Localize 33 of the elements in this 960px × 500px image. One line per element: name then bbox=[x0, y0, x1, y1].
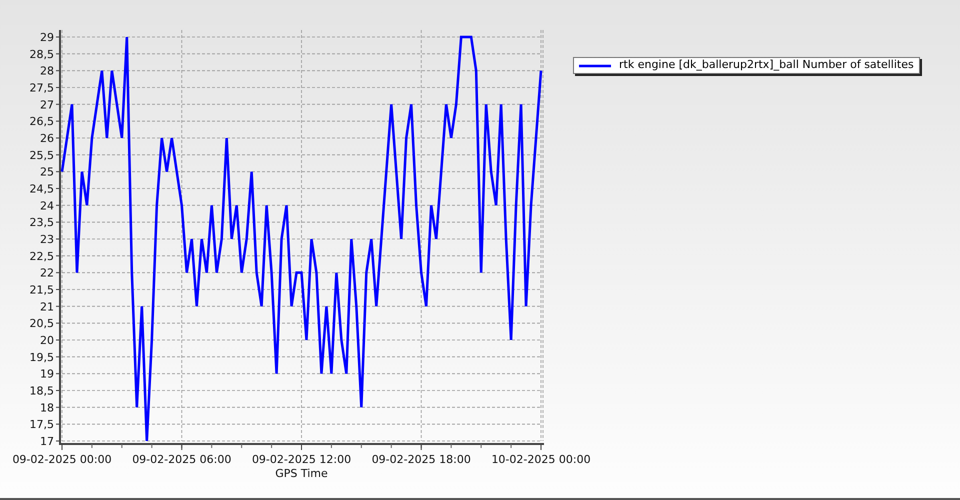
y-tick-label: 25 bbox=[40, 166, 54, 179]
y-tick-label: 19,5 bbox=[30, 350, 54, 364]
y-tick-label: 22 bbox=[40, 266, 54, 280]
y-tick-label: 24,5 bbox=[30, 182, 54, 196]
y-tick-label: 21,5 bbox=[30, 284, 54, 296]
y-tick-label: 27 bbox=[40, 98, 54, 112]
y-tick-label: 23,5 bbox=[30, 216, 54, 230]
x-tick-label: 09-02-2025 00:00 bbox=[12, 453, 112, 466]
legend-label: rtk engine [dk_ballerup2rtx]_ball Number of satellites bbox=[619, 57, 914, 74]
y-tick-label: 21 bbox=[40, 300, 54, 314]
y-tick-label: 28,5 bbox=[30, 48, 54, 61]
y-tick-label: 22,5 bbox=[30, 250, 54, 263]
y-tick-label: 17 bbox=[40, 435, 54, 448]
y-tick-label: 20 bbox=[40, 334, 54, 347]
y-tick-label: 18,5 bbox=[30, 384, 54, 398]
y-tick-label: 29 bbox=[40, 31, 54, 44]
x-tick-label: 09-02-2025 06:00 bbox=[132, 453, 232, 466]
x-tick-label: 10-02-2025 00:00 bbox=[491, 453, 591, 466]
y-tick-label: 28 bbox=[40, 64, 54, 78]
x-axis-title: GPS Time bbox=[275, 467, 328, 480]
y-tick-label: 17,5 bbox=[30, 418, 54, 432]
y-tick-label: 23 bbox=[40, 233, 54, 246]
y-tick-label: 18 bbox=[40, 401, 54, 414]
y-tick-label: 24 bbox=[40, 199, 54, 212]
y-tick-label: 26,5 bbox=[30, 115, 54, 128]
y-tick-label: 27,5 bbox=[30, 82, 54, 94]
x-tick-label: 09-02-2025 18:00 bbox=[372, 453, 471, 466]
x-tick-label: 09-02-2025 12:00 bbox=[252, 453, 352, 466]
y-tick-label: 20,5 bbox=[30, 317, 54, 330]
y-tick-label: 26 bbox=[40, 132, 54, 145]
legend-line-icon bbox=[579, 64, 611, 68]
y-tick-label: 25,5 bbox=[30, 148, 54, 162]
y-tick-label: 19 bbox=[40, 368, 54, 381]
